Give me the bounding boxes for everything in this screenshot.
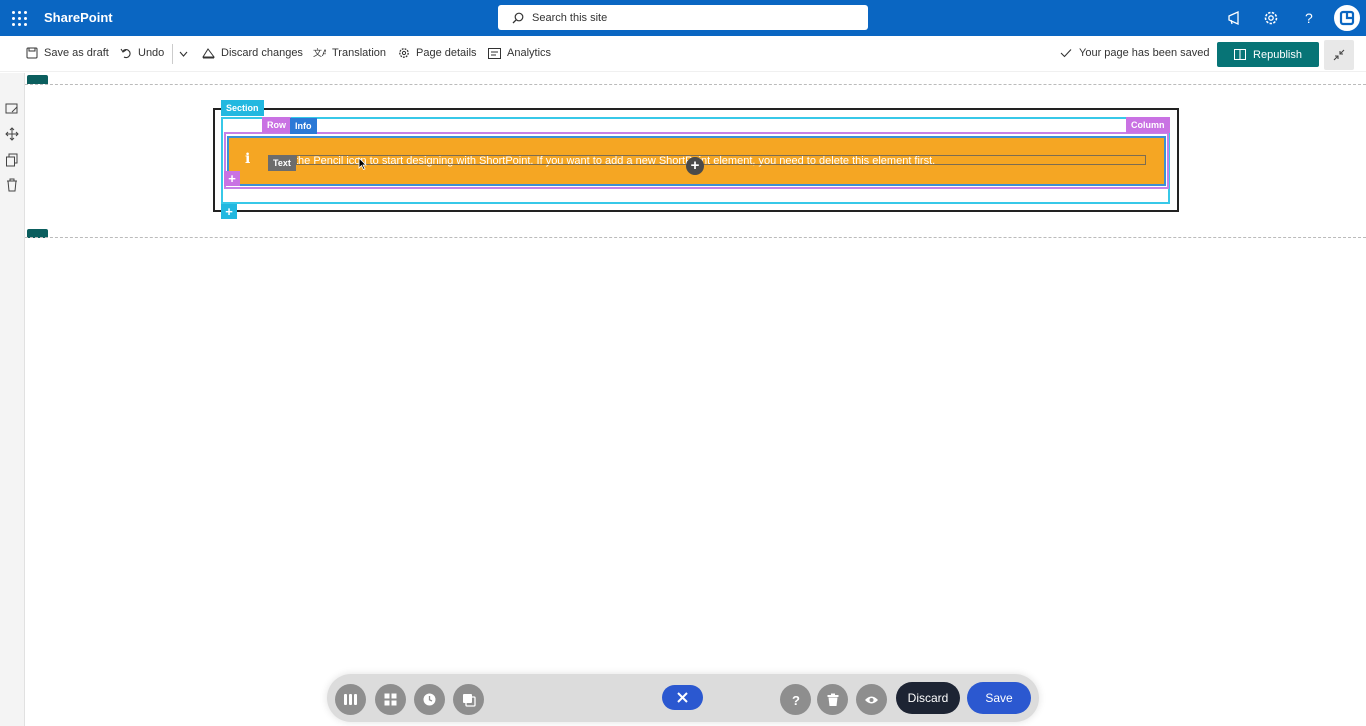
column-label[interactable]: Column [1126,117,1170,133]
discard-button[interactable]: Discard [896,682,960,714]
discard-changes-button[interactable]: Discard changes [202,47,303,59]
duplicate-icon[interactable] [5,153,19,167]
user-logo-icon [1339,10,1355,26]
section-divider-bottom [25,237,1366,238]
collapse-icon [1333,49,1345,61]
add-element-button[interactable]: + [686,157,704,175]
delete-button[interactable] [817,684,848,715]
save-as-draft-label: Save as draft [44,47,109,59]
close-icon [677,692,688,703]
move-icon[interactable] [5,127,19,141]
shortpoint-toolbar: ? Discard Save [327,674,1039,722]
save-icon [26,47,38,59]
saved-status-label: Your page has been saved [1079,47,1210,59]
trash-icon [827,693,838,706]
history-button[interactable] [414,684,445,715]
chevron-down-icon[interactable] [179,51,188,57]
translation-button[interactable]: 文A Translation [313,47,386,59]
eye-icon [865,696,878,703]
avatar[interactable] [1334,5,1360,31]
clock-icon [423,693,436,706]
megaphone-icon[interactable] [1226,9,1244,27]
close-button[interactable] [662,685,703,710]
search-placeholder: Search this site [532,11,608,24]
gear-icon[interactable] [1262,9,1280,27]
save-as-draft-button[interactable]: Save as draft [26,47,109,59]
svg-text:?: ? [1305,10,1313,26]
add-row-button[interactable]: + [224,171,240,186]
info-icon: i [245,151,251,167]
page-details-button[interactable]: Page details [398,47,477,59]
undo-button[interactable]: Undo [120,47,164,59]
command-bar: Save as draft Undo Discard changes 文A Tr… [0,36,1366,72]
checkmark-icon [1060,49,1072,58]
gear-icon [399,48,409,58]
book-icon [1234,49,1247,60]
analytics-button[interactable]: Analytics [488,47,551,59]
trash-icon[interactable] [5,178,19,192]
edit-icon[interactable] [5,102,19,116]
save-button[interactable]: Save [967,682,1031,714]
search-input[interactable]: Search this site [498,5,868,30]
collapse-button[interactable] [1324,40,1354,70]
copy-button[interactable] [453,684,484,715]
help-button[interactable]: ? [780,684,811,715]
grid-icon [384,693,397,706]
svg-text:?: ? [792,693,800,707]
section-label[interactable]: Section [221,100,264,116]
copy-icon [462,693,476,707]
divider [172,44,173,64]
app-launcher-icon[interactable] [11,10,27,26]
add-section-button[interactable]: + [221,204,237,219]
svg-text:文A: 文A [313,47,326,58]
page-details-label: Page details [416,47,477,59]
section-tab-top[interactable] [27,75,48,84]
left-rail [0,73,25,726]
undo-icon [120,48,131,59]
translation-label: Translation [332,47,387,59]
republish-label: Republish [1253,48,1302,61]
preview-button[interactable] [856,684,887,715]
section-divider-top [25,84,1366,85]
grid-button[interactable] [375,684,406,715]
analytics-label: Analytics [507,47,552,59]
mouse-pointer-icon [358,157,367,170]
info-label[interactable]: Info [290,118,317,134]
translation-icon: 文A [313,47,326,58]
text-element-outline [296,155,1146,165]
columns-icon [344,694,357,705]
discard-changes-label: Discard changes [221,47,303,59]
search-icon [512,12,524,23]
columns-button[interactable] [335,684,366,715]
row-label[interactable]: Row [262,117,291,133]
suite-bar: SharePoint Search this site ? [0,0,1366,36]
help-icon: ? [792,693,800,707]
republish-button[interactable]: Republish [1217,42,1319,67]
analytics-icon [488,47,501,59]
text-label[interactable]: Text [268,155,296,171]
app-name[interactable]: SharePoint [44,10,113,25]
help-icon[interactable]: ? [1300,9,1318,27]
discard-icon [202,48,215,59]
saved-status: Your page has been saved [1060,47,1209,59]
undo-label: Undo [138,47,165,59]
